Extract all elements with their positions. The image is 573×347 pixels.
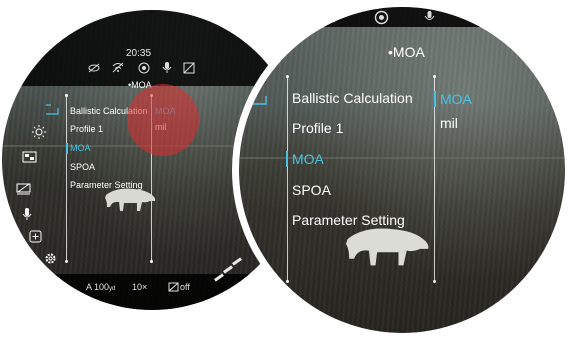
compass-icon — [138, 62, 150, 74]
brightness-icon[interactable] — [32, 125, 46, 139]
microphone-status-icon — [162, 62, 172, 73]
settings-icon[interactable] — [44, 252, 57, 265]
microphone-status-icon — [424, 11, 435, 20]
compass-icon — [374, 10, 389, 25]
zoom-value: 10× — [132, 282, 148, 292]
wifi-off-icon — [327, 11, 341, 23]
menu-selection-indicator-zoomed — [286, 151, 288, 167]
pip-icon — [168, 282, 179, 292]
range-value: A 100yd — [86, 282, 116, 292]
exit-icon[interactable] — [45, 104, 59, 115]
menu-item-spoa-zoomed[interactable]: SPOA — [292, 182, 331, 198]
eye-off-icon — [88, 63, 100, 73]
boar-silhouette — [105, 188, 156, 211]
pip-status: off — [180, 282, 190, 292]
image-off-icon — [183, 62, 195, 74]
header-title-zoomed: •MOA — [388, 44, 425, 60]
submenu-option-mil-zoomed[interactable]: mil — [440, 115, 458, 131]
image-mode-icon[interactable] — [22, 151, 37, 163]
zoomed-screen-view: •MOA Ballistic Calculation Profile 1 MOA… — [232, 0, 572, 340]
menu-item-profile-zoomed[interactable]: Profile 1 — [292, 120, 343, 136]
menu-item-ballistic-calculation-zoomed[interactable]: Ballistic Calculation — [292, 90, 413, 106]
exit-icon-zoomed[interactable] — [251, 91, 267, 105]
menu-item-spoa[interactable]: SPOA — [70, 162, 95, 172]
microphone-icon[interactable] — [22, 207, 32, 221]
menu-item-unit-zoomed[interactable]: MOA — [292, 151, 324, 167]
boar-silhouette-zoomed — [345, 228, 429, 266]
submenu-option-moa-zoomed[interactable]: MOA — [440, 91, 472, 107]
menu-item-profile[interactable]: Profile 1 — [70, 124, 103, 134]
display-off-icon[interactable] — [16, 183, 31, 195]
menu-selection-indicator — [66, 143, 68, 154]
menu-left-divider — [66, 96, 67, 261]
submenu-selection-indicator-zoomed — [434, 91, 436, 107]
add-icon[interactable] — [29, 230, 42, 243]
touch-indicator — [127, 84, 199, 156]
menu-left-divider-zoomed — [287, 77, 288, 282]
menu-right-divider-zoomed — [434, 77, 435, 282]
menu-item-unit[interactable]: MOA — [70, 143, 91, 153]
status-time: 20:35 — [126, 48, 152, 59]
status-bar-zoomed — [239, 7, 565, 27]
wifi-off-icon — [112, 62, 124, 73]
